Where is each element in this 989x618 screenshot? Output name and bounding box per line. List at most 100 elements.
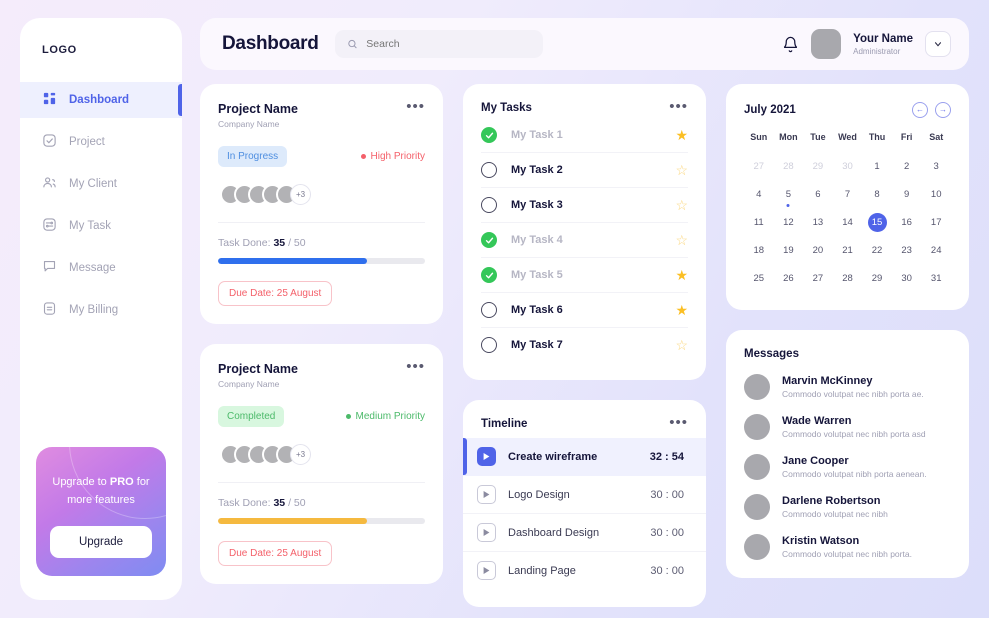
- play-icon[interactable]: [477, 523, 496, 542]
- calendar-day[interactable]: 10: [921, 180, 951, 208]
- task-checkbox[interactable]: [481, 302, 497, 318]
- calendar-day[interactable]: 11: [744, 208, 774, 236]
- my-tasks-list: My Task 1★My Task 2☆My Task 3☆My Task 4☆…: [481, 118, 688, 362]
- avatar[interactable]: [811, 29, 841, 59]
- task-row[interactable]: My Task 7☆: [481, 328, 688, 362]
- play-icon[interactable]: [477, 485, 496, 504]
- calendar-day-header: Wed: [833, 132, 863, 152]
- play-icon[interactable]: [477, 447, 496, 466]
- calendar-day[interactable]: 28: [833, 264, 863, 292]
- calendar-day[interactable]: 19: [774, 236, 804, 264]
- calendar-day[interactable]: 13: [803, 208, 833, 236]
- message-row[interactable]: Wade WarrenCommodo volutpat nec nibh por…: [744, 414, 951, 440]
- sidebar-item-project[interactable]: Project: [20, 124, 182, 160]
- timeline-row[interactable]: Create wireframe32 : 54: [463, 438, 706, 476]
- calendar-day[interactable]: 26: [774, 264, 804, 292]
- calendar-day[interactable]: 8: [862, 180, 892, 208]
- task-checkbox[interactable]: [481, 162, 497, 178]
- sidebar-item-dashboard[interactable]: Dashboard: [20, 82, 182, 118]
- calendar-day-selected[interactable]: 15: [862, 208, 892, 236]
- calendar-day[interactable]: 29: [803, 152, 833, 180]
- calendar-day[interactable]: 31: [921, 264, 951, 292]
- timeline-row[interactable]: Landing Page30 : 00: [463, 552, 706, 589]
- sidebar-item-my-task[interactable]: My Task: [20, 208, 182, 244]
- calendar-day[interactable]: 22: [862, 236, 892, 264]
- task-done-count: 35: [273, 237, 285, 249]
- timeline-menu-button[interactable]: •••: [669, 418, 688, 427]
- calendar-day[interactable]: 30: [892, 264, 922, 292]
- company-name: Company Name: [218, 379, 298, 389]
- calendar-day[interactable]: 23: [892, 236, 922, 264]
- calendar-next-button[interactable]: →: [935, 102, 951, 118]
- timeline-label: Create wireframe: [508, 451, 638, 463]
- calendar-day[interactable]: 27: [803, 264, 833, 292]
- sidebar-item-my-billing[interactable]: My Billing: [20, 292, 182, 328]
- search-input[interactable]: [366, 38, 530, 50]
- timeline-row[interactable]: Logo Design30 : 00: [463, 476, 706, 514]
- task-row[interactable]: My Task 1★: [481, 118, 688, 153]
- calendar-day[interactable]: 16: [892, 208, 922, 236]
- calendar-day[interactable]: 20: [803, 236, 833, 264]
- calendar-day[interactable]: 2: [892, 152, 922, 180]
- sidebar-item-my-client[interactable]: My Client: [20, 166, 182, 202]
- play-icon[interactable]: [477, 561, 496, 580]
- message-row[interactable]: Marvin McKinneyCommodo volutpat nec nibh…: [744, 374, 951, 400]
- calendar-day[interactable]: 17: [921, 208, 951, 236]
- star-icon[interactable]: ★: [675, 268, 688, 282]
- project-menu-button[interactable]: •••: [406, 102, 425, 111]
- message-row[interactable]: Jane CooperCommodo volutpat nibh porta a…: [744, 454, 951, 480]
- calendar-day[interactable]: 4: [744, 180, 774, 208]
- project-menu-button[interactable]: •••: [406, 362, 425, 371]
- calendar-day[interactable]: 3: [921, 152, 951, 180]
- calendar-day[interactable]: 28: [774, 152, 804, 180]
- star-icon[interactable]: ☆: [675, 233, 688, 247]
- calendar-day[interactable]: 27: [744, 152, 774, 180]
- upgrade-button[interactable]: Upgrade: [50, 526, 152, 558]
- task-row[interactable]: My Task 6★: [481, 293, 688, 328]
- task-checkbox[interactable]: [481, 232, 497, 248]
- promo-line1-b: for: [134, 476, 150, 488]
- search-box[interactable]: [335, 30, 543, 58]
- calendar-day[interactable]: 30: [833, 152, 863, 180]
- sidebar-item-message[interactable]: Message: [20, 250, 182, 286]
- message-row[interactable]: Kristin WatsonCommodo volutpat nec nibh …: [744, 534, 951, 560]
- calendar-prev-button[interactable]: ←: [912, 102, 928, 118]
- task-row[interactable]: My Task 3☆: [481, 188, 688, 223]
- chat-bubble-icon: [42, 259, 57, 277]
- star-icon[interactable]: ☆: [675, 198, 688, 212]
- calendar-day[interactable]: 6: [803, 180, 833, 208]
- task-row[interactable]: My Task 4☆: [481, 223, 688, 258]
- calendar-day[interactable]: 14: [833, 208, 863, 236]
- calendar-day[interactable]: 7: [833, 180, 863, 208]
- calendar-day[interactable]: 1: [862, 152, 892, 180]
- timeline-row[interactable]: Dashboard Design30 : 00: [463, 514, 706, 552]
- my-tasks-menu-button[interactable]: •••: [669, 102, 688, 111]
- message-row[interactable]: Darlene RobertsonCommodo volutpat nec ni…: [744, 494, 951, 520]
- task-row[interactable]: My Task 5★: [481, 258, 688, 293]
- calendar-day[interactable]: 24: [921, 236, 951, 264]
- user-menu-button[interactable]: [925, 31, 951, 57]
- bell-icon[interactable]: [782, 36, 799, 53]
- calendar-day[interactable]: 29: [862, 264, 892, 292]
- progress-bar: [218, 258, 425, 264]
- star-icon[interactable]: ☆: [675, 338, 688, 352]
- star-icon[interactable]: ★: [675, 128, 688, 142]
- calendar-day[interactable]: 18: [744, 236, 774, 264]
- calendar-day[interactable]: 21: [833, 236, 863, 264]
- calendar-day[interactable]: 5: [774, 180, 804, 208]
- grid-icon: [42, 91, 57, 109]
- active-indicator: [178, 84, 182, 116]
- calendar-day[interactable]: 25: [744, 264, 774, 292]
- task-row[interactable]: My Task 2☆: [481, 153, 688, 188]
- calendar-day[interactable]: 12: [774, 208, 804, 236]
- task-checkbox[interactable]: [481, 197, 497, 213]
- task-checkbox[interactable]: [481, 337, 497, 353]
- star-icon[interactable]: ★: [675, 303, 688, 317]
- calendar-day[interactable]: 9: [892, 180, 922, 208]
- task-text: My Task: [511, 269, 554, 281]
- promo-line2: more features: [67, 494, 135, 506]
- task-checkbox[interactable]: [481, 267, 497, 283]
- task-done-label: Task Done:: [218, 497, 271, 509]
- task-checkbox[interactable]: [481, 127, 497, 143]
- star-icon[interactable]: ☆: [675, 163, 688, 177]
